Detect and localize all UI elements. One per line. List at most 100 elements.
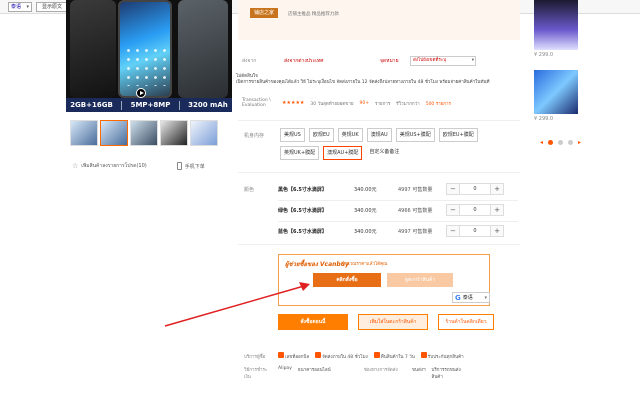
- ship-from-label: ส่งจาก: [242, 58, 257, 64]
- translate-language: 泰语: [462, 295, 473, 301]
- spec-battery: 3200 mAh: [188, 101, 228, 109]
- review-label: รีวิวมากกว่า: [396, 101, 420, 107]
- pager-dot-active[interactable]: [548, 140, 554, 145]
- increment-button[interactable]: +: [490, 204, 504, 216]
- decrement-button[interactable]: −: [446, 204, 460, 216]
- recommend-item[interactable]: ¥ 299.0: [530, 70, 582, 122]
- pager-dot[interactable]: [568, 140, 574, 145]
- language-select-value: 泰语: [11, 4, 22, 10]
- service-item-label: จัดส่งภายใน 48 ชั่วโมง: [322, 355, 368, 360]
- quantity-stepper: − 0 +: [446, 225, 504, 237]
- google-translate-widget[interactable]: G 泰语 ▾: [452, 292, 490, 303]
- color-name: 黑色【6.5寸水滴屏】: [278, 186, 327, 193]
- color-stock: 4997 可售数量: [398, 228, 433, 235]
- star-icon: ☆: [72, 162, 79, 170]
- eval-unit: รายการ: [374, 101, 391, 107]
- decrement-button[interactable]: −: [446, 225, 460, 237]
- color-row-black: 黑色【6.5寸水滴屏】 340.00元 4997 可售数量 − 0 +: [278, 182, 518, 196]
- service-item-label: คืนสินค้าใน 7 วัน: [380, 355, 415, 360]
- ship-to-select[interactable]: ส่งไปยังเขตที่ระบุ: [410, 56, 476, 66]
- color-stock: 4997 可售数量: [398, 186, 433, 193]
- decrement-button[interactable]: −: [446, 183, 460, 195]
- vcanbuy-title: ผู้ช่วยซื้อของ Vcanbuy: [285, 261, 349, 268]
- phone-image-side: [178, 0, 228, 98]
- divider: [278, 221, 518, 222]
- quantity-input[interactable]: 0: [460, 204, 490, 216]
- click-order-button[interactable]: คลิกสั่งซื้อ: [313, 273, 381, 287]
- model-option-us-film[interactable]: 美规US+膜配: [395, 128, 435, 142]
- shop-tags: 店铺主推品 精品推荐力款: [288, 12, 339, 17]
- evaluation-label: Transaction \ Evaluation: [242, 98, 271, 108]
- divider: [278, 200, 518, 201]
- increment-button[interactable]: +: [490, 183, 504, 195]
- thumbnail[interactable]: [160, 120, 188, 146]
- delivery-value: ขนส่งฯ: [411, 368, 426, 373]
- mobile-phone-icon: [176, 162, 182, 170]
- model-option-uk[interactable]: 英规UK: [337, 128, 363, 142]
- chevron-right-icon[interactable]: ▸: [578, 140, 581, 146]
- favorite-link[interactable]: ☆ เพิ่มสินค้าลงรายการโปรด(10): [72, 162, 147, 170]
- model-option-us[interactable]: 美规US: [280, 128, 305, 142]
- thumbnail[interactable]: [130, 120, 158, 146]
- shop-badge[interactable]: 铺店之家: [250, 8, 279, 18]
- view-cart-button[interactable]: ดูตะกร้าสินค้า: [387, 273, 453, 287]
- ship-from-value: ส่งจากต่างประเทศ: [284, 58, 324, 64]
- recommend-price: ¥ 299.0: [534, 52, 554, 58]
- divider: [238, 120, 520, 121]
- spec-camera: 5MP+8MP: [130, 101, 171, 109]
- model-option-uk-film[interactable]: 英规UK+膜配: [280, 146, 320, 160]
- model-option-au-film-selected[interactable]: 澳规AU+膜配: [323, 146, 363, 160]
- google-g-icon: G: [455, 293, 461, 302]
- spec-divider: [178, 100, 180, 110]
- service-item: เลขที่ออกบิล: [278, 352, 309, 360]
- product-actions: ☆ เพิ่มสินค้าลงรายการโปรด(10) 手机下单: [72, 162, 229, 170]
- invoice-icon: [278, 352, 284, 358]
- quantity-input[interactable]: 0: [460, 183, 490, 195]
- service-item-label: รับประกันทุกสินค้า: [427, 355, 464, 360]
- return-icon: [373, 352, 380, 358]
- chevron-down-icon: ▾: [484, 294, 487, 301]
- payment-method-2: ธนาคารออนไลน์: [297, 368, 331, 373]
- model-option-eu[interactable]: 欧规EU: [308, 128, 334, 142]
- product-main-image[interactable]: 2GB+16GB 5MP+8MP 3200 mAh: [66, 0, 232, 112]
- model-option-custom[interactable]: 自定义备备注: [366, 146, 403, 160]
- thumbnail[interactable]: [190, 120, 218, 146]
- color-row-blue: 蓝色【6.5寸水滴屏】 340.00元 4997 可售数量 − 0 +: [278, 224, 518, 238]
- recommend-image[interactable]: [534, 0, 578, 50]
- show-original-button[interactable]: 显示原文: [36, 2, 68, 12]
- add-to-cart-button[interactable]: เพิ่มใส่ในตะกร้าสินค้า: [358, 314, 428, 330]
- mobile-order-link[interactable]: 手机下单: [176, 162, 205, 170]
- increment-button[interactable]: +: [490, 225, 504, 237]
- quantity-input[interactable]: 0: [460, 225, 490, 237]
- enter-store-button[interactable]: ร้านค้าในคลิกเดียว: [438, 314, 494, 330]
- language-select[interactable]: 泰语 ▾: [8, 2, 32, 12]
- color-price: 340.00元: [354, 207, 377, 214]
- color-price: 340.00元: [354, 228, 377, 235]
- service-item-label: เลขที่ออกบิล: [285, 355, 310, 360]
- service-item: คืนสินค้าใน 7 วัน: [373, 352, 415, 360]
- pager-dot[interactable]: [558, 140, 564, 145]
- spec-divider: [121, 100, 123, 110]
- buy-now-button[interactable]: สั่งซื้อตอนนี้: [278, 314, 348, 330]
- evaluation-row: Transaction \ Evaluation ★★★★★ 30 วันสุด…: [242, 98, 518, 108]
- thumbnail[interactable]: [70, 120, 98, 146]
- shop-banner: 铺店之家 店铺主推品 精品推荐力款: [238, 0, 520, 40]
- model-option-eu-film[interactable]: 欧规EU+膜配: [438, 128, 478, 142]
- recommend-image[interactable]: [534, 70, 578, 114]
- service-label: บริการผู้ซื้อ: [244, 354, 266, 360]
- play-icon[interactable]: [136, 88, 146, 98]
- model-options: 美规US 欧规EU 英规UK 澳规AU 美规US+膜配 欧规EU+膜配 英规UK…: [280, 128, 520, 160]
- shield-icon: [420, 352, 427, 358]
- divider: [238, 172, 520, 173]
- chevron-down-icon: ▾: [26, 4, 29, 10]
- thumbnail-selected[interactable]: [100, 120, 128, 146]
- payment-label: วิธีการชำระเงิน: [244, 368, 268, 380]
- chevron-left-icon[interactable]: ◂: [540, 140, 543, 146]
- quantity-stepper: − 0 +: [446, 204, 504, 216]
- purchase-actions: สั่งซื้อตอนนี้ เพิ่มใส่ในตะกร้าสินค้า ร้…: [278, 314, 494, 330]
- service-row: บริการผู้ซื้อ เลขที่ออกบิล จัดส่งภายใน 4…: [244, 352, 520, 360]
- color-label: 颜色: [244, 187, 255, 193]
- recommend-item[interactable]: ¥ 299.0: [530, 0, 582, 58]
- service-item: รับประกันทุกสินค้า: [420, 352, 464, 360]
- model-option-au[interactable]: 澳规AU: [366, 128, 392, 142]
